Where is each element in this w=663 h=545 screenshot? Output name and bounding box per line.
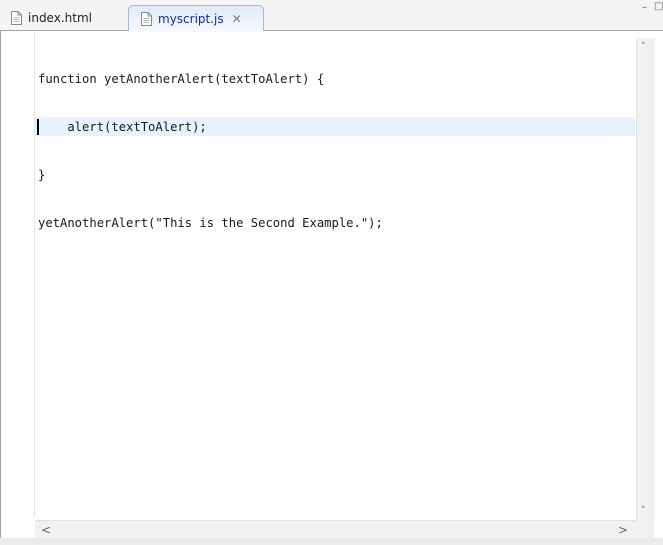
code-line: yetAnotherAlert("This is the Second Exam… <box>38 216 383 230</box>
vertical-scrollbar[interactable]: ˄ ˅ <box>636 38 655 520</box>
minimize-icon[interactable]: – <box>642 3 647 13</box>
scroll-right-arrow-icon[interactable]: > <box>618 523 628 537</box>
html-file-icon <box>11 11 22 25</box>
tab-label: index.html <box>28 11 92 25</box>
code-line: } <box>38 168 46 182</box>
js-file-icon <box>141 11 152 26</box>
code-line: alert(textToAlert); <box>38 120 207 134</box>
code-line: function yetAnotherAlert(textToAlert) { <box>38 72 325 86</box>
code-text[interactable]: function yetAnotherAlert(textToAlert) { … <box>38 39 383 247</box>
text-caret <box>37 119 39 135</box>
tab-index-html[interactable]: index.html <box>4 5 122 31</box>
scroll-left-arrow-icon[interactable]: < <box>41 523 51 537</box>
horizontal-scrollbar[interactable]: < > <box>35 520 636 539</box>
close-icon[interactable]: ✕ <box>232 12 242 26</box>
scroll-up-arrow-icon[interactable]: ˄ <box>641 42 646 52</box>
left-ruler <box>23 31 35 517</box>
tab-myscript-js[interactable]: myscript.js ✕ <box>128 5 264 32</box>
tab-label: myscript.js <box>158 11 224 26</box>
editor-tab-bar: index.html myscript.js ✕ – □ <box>0 0 663 32</box>
bottom-border <box>0 538 663 545</box>
scroll-down-arrow-icon[interactable]: ˅ <box>641 506 646 516</box>
scrollbar-corner <box>636 520 654 538</box>
maximize-icon[interactable]: □ <box>654 2 663 12</box>
